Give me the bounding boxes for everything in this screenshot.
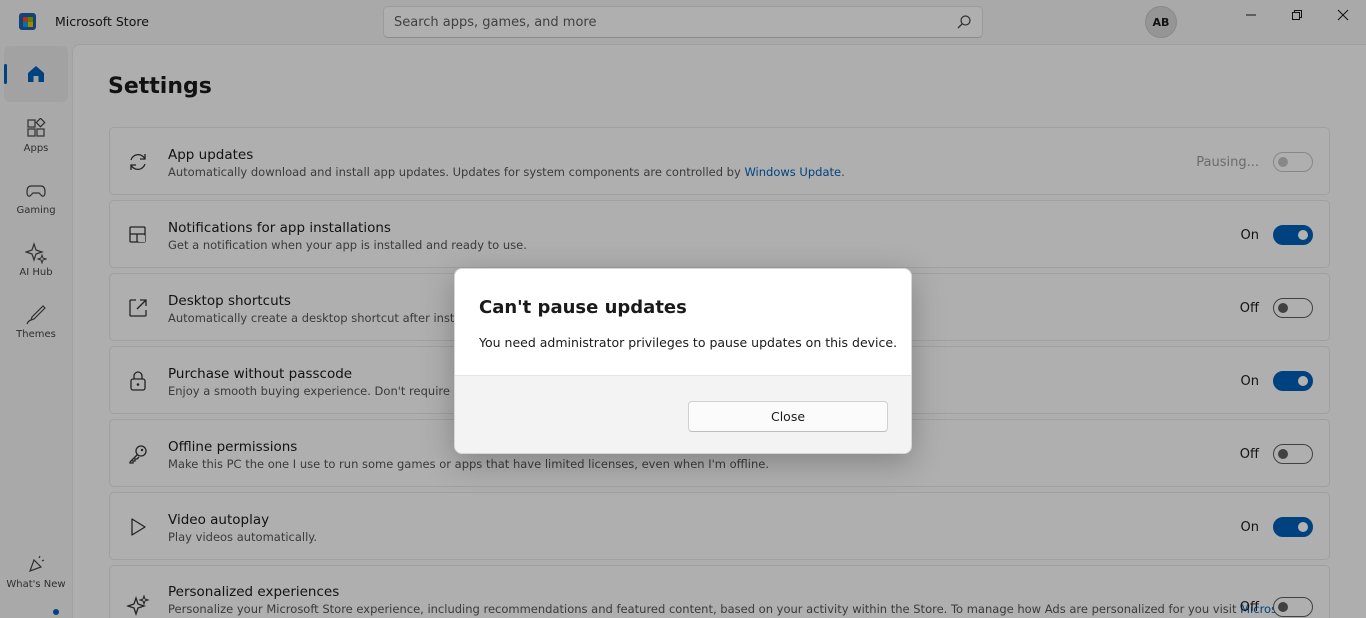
close-button[interactable]: Close [688,401,888,432]
dialog-message: You need administrator privileges to pau… [479,335,898,350]
cant-pause-dialog: Can't pause updates You need administrat… [454,268,912,454]
dialog-title: Can't pause updates [479,297,687,318]
dialog-footer: Close [455,375,911,453]
